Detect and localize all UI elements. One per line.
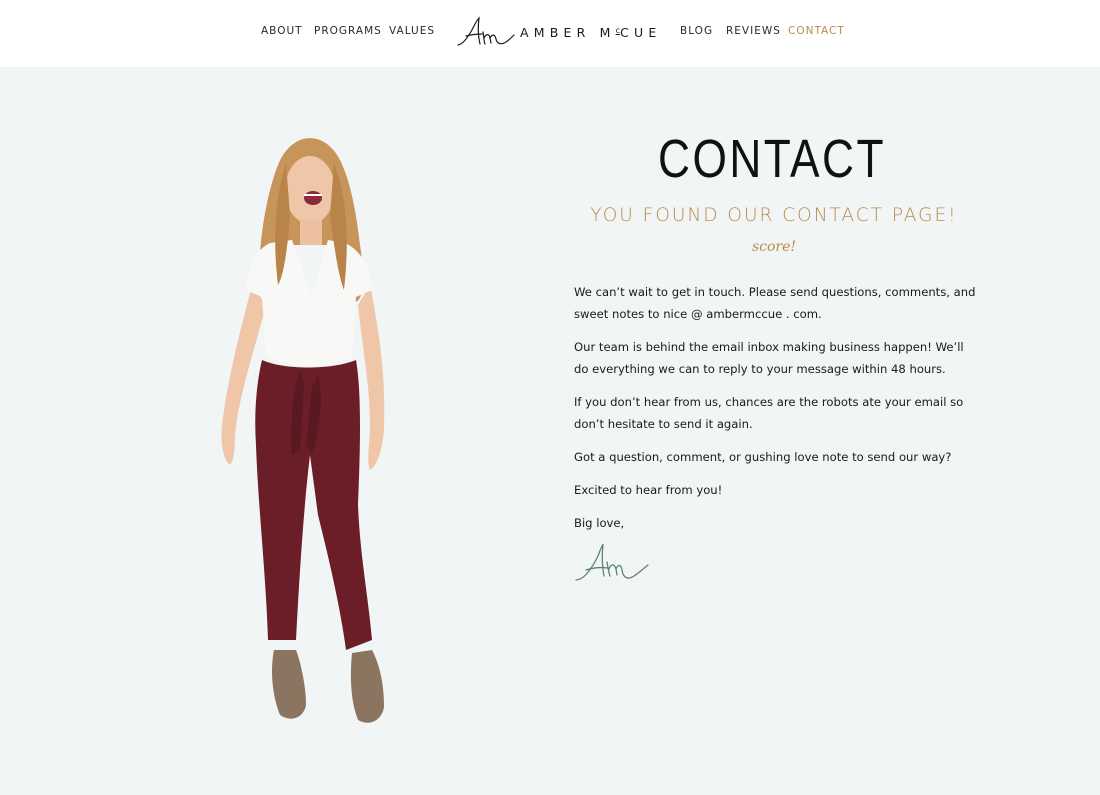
photo-right-arm <box>358 285 385 470</box>
page-subtitle: YOU FOUND OUR CONTACT PAGE! <box>590 205 958 226</box>
photo-right-shoe <box>350 650 384 723</box>
photo-shirt <box>246 240 372 367</box>
photo-face <box>285 156 335 224</box>
logo-wordmark: AMBER McCUE <box>520 25 661 40</box>
photo-mouth <box>304 191 322 205</box>
paragraph-signoff: Big love, <box>574 516 625 530</box>
paragraph-intro: We can’t wait to get in touch. Please se… <box>574 285 976 321</box>
paragraph-question: Got a question, comment, or gushing love… <box>574 450 952 464</box>
site-header: ABOUT PROGRAMS VALUES AMBER McCUE BLOG R… <box>0 0 1100 67</box>
paragraph-excited: Excited to hear from you! <box>574 483 723 497</box>
hero-photo <box>221 138 385 723</box>
nav-values[interactable]: VALUES <box>389 25 435 37</box>
paragraph-robots: If you don’t hear from us, chances are t… <box>574 395 964 431</box>
nav-contact[interactable]: CONTACT <box>788 25 845 37</box>
site-logo[interactable]: AMBER McCUE <box>456 14 656 50</box>
contact-body: We can’t wait to get in touch. Please se… <box>574 281 978 545</box>
nav-blog[interactable]: BLOG <box>680 25 713 37</box>
nav-reviews[interactable]: REVIEWS <box>726 25 781 37</box>
nav-programs[interactable]: PROGRAMS <box>314 25 382 37</box>
photo-left-shoe <box>272 650 306 719</box>
tagline: score! <box>751 239 797 255</box>
signature-icon <box>575 543 649 581</box>
logo-name-part1: AMBER M <box>520 25 616 40</box>
paragraph-team: Our team is behind the email inbox makin… <box>574 340 964 376</box>
logo-name-part2: CUE <box>620 25 662 40</box>
logo-monogram-icon <box>457 16 515 46</box>
nav-about[interactable]: ABOUT <box>261 25 303 37</box>
page-title: CONTACT <box>658 129 886 189</box>
